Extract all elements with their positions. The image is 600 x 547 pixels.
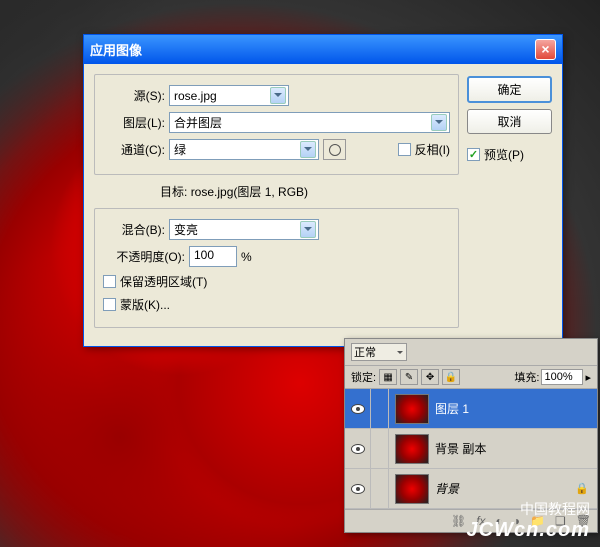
close-button[interactable]: × (535, 39, 556, 60)
layer-name: 图层 1 (435, 400, 597, 417)
blend-label: 混合(B): (103, 221, 165, 238)
invert-label: 反相(I) (415, 141, 450, 158)
eye-icon[interactable] (351, 444, 365, 454)
preview-label: 预览(P) (484, 146, 524, 163)
link-column[interactable] (371, 429, 389, 468)
watermark-cn: 中国教程网 (467, 499, 590, 519)
link-column[interactable] (371, 389, 389, 428)
source-label: 源(S): (103, 87, 165, 104)
link-layers-icon[interactable]: ⛓ (451, 514, 466, 528)
fill-label: 填充: (514, 369, 539, 385)
lock-all-button[interactable]: 🔒 (442, 369, 460, 385)
opacity-unit: % (241, 250, 252, 264)
target-value: rose.jpg(图层 1, RGB) (191, 185, 308, 199)
invert-checkbox[interactable] (398, 143, 411, 156)
target-label: 目标: (160, 185, 187, 199)
fill-input[interactable]: 100% (541, 369, 583, 385)
cancel-button[interactable]: 取消 (467, 109, 552, 134)
layer-label: 图层(L): (103, 114, 165, 131)
preview-checkbox[interactable] (467, 148, 480, 161)
preserve-transparency-label: 保留透明区域(T) (120, 273, 207, 290)
chevron-down-icon (300, 221, 316, 238)
chevron-down-icon (431, 114, 447, 131)
blend-mode-select[interactable]: 正常 (351, 343, 407, 361)
layer-thumbnail[interactable] (395, 434, 429, 464)
eye-icon[interactable] (351, 484, 365, 494)
layer-name: 背景 (435, 480, 575, 497)
watermark-en: JCWcn.com (467, 519, 590, 542)
eye-icon[interactable] (351, 404, 365, 414)
lock-paint-button[interactable]: ✎ (400, 369, 418, 385)
opacity-input[interactable]: 100 (189, 246, 237, 267)
lock-position-button[interactable]: ✥ (421, 369, 439, 385)
opacity-label: 不透明度(O): (103, 248, 185, 265)
chevron-right-icon[interactable]: ▸ (585, 371, 591, 384)
lock-transparency-button[interactable]: ▦ (379, 369, 397, 385)
layer-select[interactable]: 合并图层 (169, 112, 450, 133)
layer-thumbnail[interactable] (395, 394, 429, 424)
layers-toolbar-1: 正常 (345, 339, 597, 366)
chevron-down-icon (300, 141, 316, 158)
lock-label: 锁定: (351, 369, 376, 385)
target-row: 目标: rose.jpg(图层 1, RGB) (94, 183, 459, 200)
layer-item[interactable]: 图层 1 (345, 389, 597, 429)
layer-name: 背景 副本 (435, 440, 597, 457)
dialog-title: 应用图像 (90, 40, 535, 59)
apply-image-dialog: 应用图像 × 源(S): rose.jpg 图层(L): 合并图层 (83, 34, 563, 347)
source-group: 源(S): rose.jpg 图层(L): 合并图层 通道(C): (94, 74, 459, 175)
channel-select[interactable]: 绿 (169, 139, 319, 160)
dialog-titlebar[interactable]: 应用图像 × (84, 35, 562, 64)
mask-label: 蒙版(K)... (120, 296, 170, 313)
channel-options-button[interactable] (323, 139, 346, 160)
watermark: 中国教程网 JCWcn.com (467, 499, 590, 542)
blend-group: 混合(B): 变亮 不透明度(O): 100 % 保留透明区域(T) (94, 208, 459, 328)
preserve-transparency-checkbox[interactable] (103, 275, 116, 288)
blend-select[interactable]: 变亮 (169, 219, 319, 240)
layer-list: 图层 1 背景 副本 背景 🔒 (345, 389, 597, 509)
layer-thumbnail[interactable] (395, 474, 429, 504)
mask-checkbox[interactable] (103, 298, 116, 311)
link-column[interactable] (371, 469, 389, 508)
ok-button[interactable]: 确定 (467, 76, 552, 103)
layer-item[interactable]: 背景 副本 (345, 429, 597, 469)
chevron-down-icon (270, 87, 286, 104)
source-select[interactable]: rose.jpg (169, 85, 289, 106)
layers-toolbar-2: 锁定: ▦ ✎ ✥ 🔒 填充: 100% ▸ (345, 366, 597, 389)
circle-icon (329, 144, 341, 156)
lock-icon: 🔒 (575, 482, 591, 495)
channel-label: 通道(C): (103, 141, 165, 158)
